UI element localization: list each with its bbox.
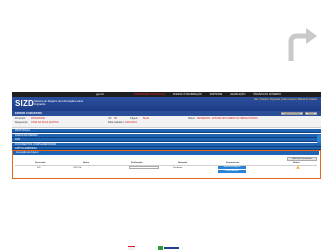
protocol-value: PR00000000	[31, 117, 45, 120]
select-file-button[interactable]: Selecionar Arquivo	[218, 165, 246, 169]
print-button[interactable]: Imprimir formulário	[280, 112, 304, 115]
documents-header: Anexação de Arquivo	[13, 151, 319, 155]
publication-input[interactable]	[129, 166, 159, 169]
section-protocol[interactable]: PROTOCOLO	[12, 129, 321, 133]
submit-button[interactable]: Enviar	[305, 112, 317, 115]
add-document-button[interactable]: Adicionar Documento	[287, 157, 317, 161]
section-request[interactable]: DADOS DO PEDIDO	[12, 133, 321, 138]
documents-title: Anexação de Arquivo	[16, 151, 39, 154]
share-arrow-icon[interactable]	[286, 26, 320, 62]
status-value: PENDENTE - ENVIAR DOCUMENTOS OBRIGATÓRIO…	[197, 117, 258, 120]
footer-logo-left	[128, 246, 135, 250]
origin-label: Origem:	[130, 117, 139, 120]
title-actions: Imprimir formulário Enviar	[280, 112, 317, 115]
footer-logo-right	[158, 246, 180, 250]
origin-value: Brasil	[143, 117, 149, 120]
side-tab[interactable]	[317, 135, 321, 143]
row-situation: Pendente	[173, 166, 183, 169]
section-label: DADOS DO PEDIDO	[15, 133, 38, 137]
brand-links[interactable]: Sair | Usuário | Perguntas | Fale conosc…	[254, 99, 317, 101]
section-label: DOCUMENTOS COMPLEMENTARES	[15, 142, 57, 146]
browser-page: gov.br CORONAVÍRUS (COVID-19) ACESSO À I…	[12, 92, 321, 251]
uf-value: SP	[114, 117, 118, 120]
brand-header: SIZD Sistema de Registro de Informações …	[12, 97, 321, 111]
section-label: PAÍS	[15, 138, 21, 141]
send-file-button[interactable]: Enviar Arquivo	[218, 169, 246, 173]
screenshot-canvas: gov.br CORONAVÍRUS (COVID-19) ACESSO À I…	[0, 0, 331, 251]
section-label: PROTOCOLO	[15, 129, 31, 132]
requester-label: Requerente:	[15, 121, 29, 124]
documents-panel: Anexação de Arquivo Adicionar Documento …	[12, 150, 321, 179]
date-value: 19/01/2021	[125, 121, 137, 124]
section-documents[interactable]: DOCUMENTOS COMPLEMENTARES	[12, 142, 321, 147]
status-label: Status:	[188, 117, 196, 120]
brand-logo[interactable]: SIZD	[15, 99, 34, 108]
uf-label: UF:	[108, 117, 112, 120]
row-name: CNPJ Br	[73, 166, 82, 169]
protocol-label: Protocolo:	[15, 117, 26, 120]
footer-logos	[128, 246, 208, 251]
footer-logo-mark	[158, 246, 163, 250]
protocol-info: Protocolo: PR00000000 Requerente: JOSE D…	[12, 116, 321, 128]
requester-value: JOSE DA SILVA SANTOS	[31, 121, 59, 124]
date-label: Data Cadastro:	[108, 121, 125, 124]
row-number: 001	[37, 166, 41, 169]
footer-logo-text	[164, 247, 179, 249]
brand-subtitle: Sistema de Registro de Informações sobre…	[34, 100, 84, 107]
warning-icon	[296, 165, 300, 169]
section-country[interactable]: PAÍS	[12, 138, 321, 142]
